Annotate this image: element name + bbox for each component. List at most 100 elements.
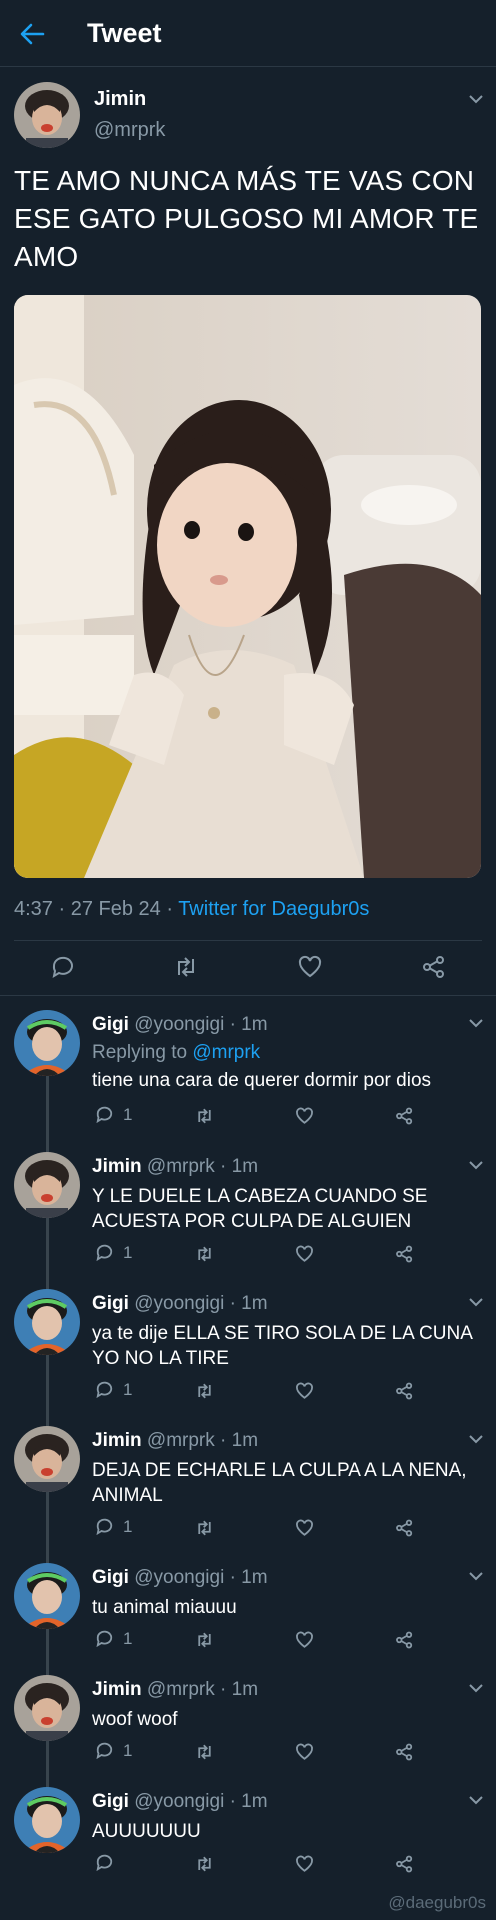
chevron-down-icon[interactable]	[468, 1571, 484, 1581]
reply-count: 1	[123, 1740, 133, 1760]
reply-header: Gigi @yoongigi · 1m	[92, 1791, 268, 1813]
avatar[interactable]	[14, 1787, 80, 1853]
share-icon[interactable]	[394, 1380, 415, 1402]
retweet-icon[interactable]	[194, 1380, 215, 1402]
divider	[0, 995, 496, 996]
heart-icon[interactable]	[294, 1105, 315, 1127]
comment-icon	[96, 1106, 113, 1124]
reply-button[interactable]: 1	[94, 1104, 132, 1126]
author-name[interactable]: Jimin	[92, 1679, 142, 1700]
chevron-down-icon[interactable]	[468, 1018, 484, 1028]
tweet-timestamp: 4:37 · 27 Feb 24 · Twitter for Daegubr0s	[14, 898, 369, 921]
replying-to: Replying to @mrprk	[92, 1042, 260, 1064]
top-bar: Tweet	[0, 0, 496, 67]
author-name[interactable]: Gigi	[92, 1014, 129, 1035]
chevron-down-icon[interactable]	[468, 1795, 484, 1805]
author-name[interactable]: Gigi	[92, 1293, 129, 1314]
watermark: @daegubr0s	[388, 1893, 486, 1912]
tweet-text: TE AMO NUNCA MÁS TE VAS CON ESE GATO PUL…	[14, 165, 479, 272]
author-name[interactable]: Jimin	[94, 88, 146, 111]
reply-text: DEJA DE ECHARLE LA CULPA A LA NENA, ANIM…	[92, 1460, 467, 1506]
comment-icon	[96, 1381, 113, 1399]
share-icon[interactable]	[394, 1243, 415, 1265]
chevron-down-icon[interactable]	[468, 1160, 484, 1170]
heart-icon[interactable]	[294, 1853, 315, 1875]
tweet-photo[interactable]	[14, 295, 481, 878]
replying-label: Replying to	[92, 1042, 193, 1063]
heart-icon[interactable]	[294, 1517, 315, 1539]
author-handle[interactable]: @mrprk	[94, 119, 165, 142]
author-handle[interactable]: @yoongigi · 1m	[134, 1014, 267, 1035]
author-handle[interactable]: @yoongigi · 1m	[134, 1791, 267, 1812]
share-icon[interactable]	[394, 1853, 415, 1875]
avatar[interactable]	[14, 1675, 80, 1741]
comment-icon	[96, 1854, 113, 1872]
retweet-icon[interactable]	[194, 1741, 215, 1763]
mention-link[interactable]: @mrprk	[192, 1042, 260, 1063]
author-name[interactable]: Jimin	[92, 1430, 142, 1451]
chevron-down-icon[interactable]	[468, 1434, 484, 1444]
reply-header: Jimin @mrprk · 1m	[92, 1430, 258, 1452]
chevron-down-icon[interactable]	[468, 1297, 484, 1307]
reply-button[interactable]: 1	[94, 1242, 132, 1264]
retweet-icon[interactable]	[172, 953, 200, 981]
reply-button[interactable]: 1	[94, 1379, 132, 1401]
reply-count: 1	[123, 1516, 133, 1536]
heart-icon[interactable]	[294, 1380, 315, 1402]
author-handle[interactable]: @yoongigi · 1m	[134, 1567, 267, 1588]
reply-count: 1	[123, 1379, 133, 1399]
reply-header: Gigi @yoongigi · 1m	[92, 1014, 268, 1036]
reply-text: Y LE DUELE LA CABEZA CUANDO SE ACUESTA P…	[92, 1186, 428, 1232]
heart-icon[interactable]	[294, 1243, 315, 1265]
avatar[interactable]	[14, 82, 80, 148]
reply-text: AUUUUUUU	[92, 1821, 201, 1842]
tweet-source-link[interactable]: Twitter for Daegubr0s	[178, 898, 369, 920]
retweet-icon[interactable]	[194, 1853, 215, 1875]
avatar[interactable]	[14, 1289, 80, 1355]
reply-text: ya te dije ELLA SE TIRO SOLA DE LA CUNA …	[92, 1323, 472, 1369]
retweet-icon[interactable]	[194, 1629, 215, 1651]
retweet-icon[interactable]	[194, 1243, 215, 1265]
reply-button[interactable]: 1	[94, 1516, 132, 1538]
reply-count: 1	[123, 1628, 133, 1648]
reply-header: Gigi @yoongigi · 1m	[92, 1293, 268, 1315]
author-handle[interactable]: @mrprk · 1m	[147, 1430, 258, 1451]
reply-text: tiene una cara de querer dormir por dios	[92, 1070, 432, 1091]
reply-button[interactable]: 1	[94, 1740, 132, 1762]
author-handle[interactable]: @mrprk · 1m	[147, 1156, 258, 1177]
avatar[interactable]	[14, 1010, 80, 1076]
reply-count: 1	[123, 1104, 133, 1124]
retweet-icon[interactable]	[194, 1517, 215, 1539]
avatar[interactable]	[14, 1426, 80, 1492]
comment-icon	[96, 1742, 113, 1760]
avatar[interactable]	[14, 1152, 80, 1218]
share-icon[interactable]	[394, 1629, 415, 1651]
reply-header: Jimin @mrprk · 1m	[92, 1156, 258, 1178]
divider	[14, 940, 482, 941]
author-handle[interactable]: @yoongigi · 1m	[134, 1293, 267, 1314]
share-icon[interactable]	[394, 1741, 415, 1763]
author-name[interactable]: Gigi	[92, 1791, 129, 1812]
share-icon[interactable]	[394, 1517, 415, 1539]
reply-text: tu animal miauuu	[92, 1597, 237, 1618]
author-handle[interactable]: @mrprk · 1m	[147, 1679, 258, 1700]
chevron-down-icon[interactable]	[468, 94, 484, 104]
share-icon[interactable]	[420, 953, 448, 981]
chevron-down-icon[interactable]	[468, 1683, 484, 1693]
avatar[interactable]	[14, 1563, 80, 1629]
heart-icon[interactable]	[294, 1629, 315, 1651]
reply-header: Jimin @mrprk · 1m	[92, 1679, 258, 1701]
retweet-icon[interactable]	[194, 1105, 215, 1127]
reply-button[interactable]	[94, 1852, 123, 1874]
reply-icon[interactable]	[48, 953, 76, 981]
like-icon[interactable]	[296, 953, 324, 981]
back-arrow-icon[interactable]	[18, 20, 46, 48]
share-icon[interactable]	[394, 1105, 415, 1127]
author-name[interactable]: Gigi	[92, 1567, 129, 1588]
tweet-time: 4:37 · 27 Feb 24 ·	[14, 898, 179, 920]
comment-icon	[96, 1518, 113, 1536]
author-name[interactable]: Jimin	[92, 1156, 142, 1177]
reply-text: woof woof	[92, 1709, 178, 1730]
reply-button[interactable]: 1	[94, 1628, 132, 1650]
heart-icon[interactable]	[294, 1741, 315, 1763]
